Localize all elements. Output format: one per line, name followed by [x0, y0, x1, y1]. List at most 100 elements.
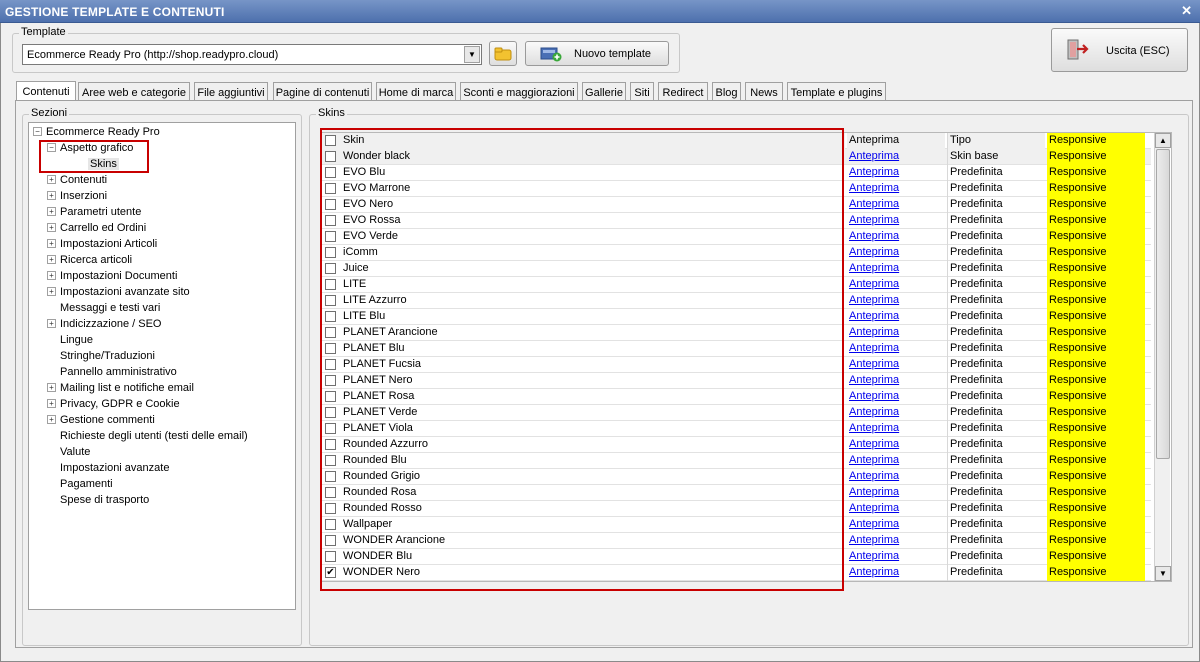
- preview-link-cell[interactable]: Anteprima: [847, 309, 945, 325]
- row-checkbox[interactable]: [325, 375, 336, 386]
- row-checkbox-cell[interactable]: [321, 533, 341, 549]
- skin-name[interactable]: PLANET Blu: [341, 341, 845, 357]
- expand-icon[interactable]: +: [47, 319, 56, 328]
- expand-icon[interactable]: +: [47, 271, 56, 280]
- preview-link[interactable]: Anteprima: [849, 454, 899, 466]
- row-checkbox[interactable]: [325, 535, 336, 546]
- skin-name[interactable]: EVO Nero: [341, 197, 845, 213]
- row-checkbox[interactable]: [325, 247, 336, 258]
- expand-icon[interactable]: +: [47, 223, 56, 232]
- table-row[interactable]: iComm Anteprima Predefinita Responsive: [321, 245, 1151, 261]
- table-row[interactable]: EVO Verde Anteprima Predefinita Responsive: [321, 229, 1151, 245]
- skin-name[interactable]: WONDER Blu: [341, 549, 845, 565]
- row-checkbox-cell[interactable]: [321, 293, 341, 309]
- skin-name[interactable]: PLANET Verde: [341, 405, 845, 421]
- tree-item[interactable]: + Indicizzazione / SEO: [47, 318, 162, 333]
- preview-link[interactable]: Anteprima: [849, 150, 899, 162]
- preview-link-cell[interactable]: Anteprima: [847, 501, 945, 517]
- close-icon[interactable]: ✕: [1181, 3, 1192, 19]
- sections-tree[interactable]: − Ecommerce Ready Pro − Aspetto grafico Ski…: [28, 122, 296, 610]
- table-row[interactable]: Rounded Rosa Anteprima Predefinita Responsi…: [321, 485, 1151, 501]
- chevron-down-icon[interactable]: ▼: [464, 46, 480, 63]
- tab-siti[interactable]: Siti: [630, 82, 654, 102]
- row-checkbox[interactable]: [325, 487, 336, 498]
- select-all-checkbox[interactable]: [325, 135, 336, 146]
- preview-link[interactable]: Anteprima: [849, 566, 899, 578]
- expand-icon[interactable]: +: [47, 383, 56, 392]
- row-checkbox[interactable]: [325, 439, 336, 450]
- table-row[interactable]: PLANET Verde Anteprima Predefinita Responsi…: [321, 405, 1151, 421]
- expand-icon[interactable]: +: [47, 399, 56, 408]
- exit-button[interactable]: Uscita (ESC): [1051, 28, 1188, 72]
- preview-link-cell[interactable]: Anteprima: [847, 565, 945, 581]
- row-checkbox-cell[interactable]: [321, 469, 341, 485]
- table-row[interactable]: LITE Blu Anteprima Predefinita Responsive: [321, 309, 1151, 325]
- skin-name[interactable]: Rounded Rosa: [341, 485, 845, 501]
- row-checkbox[interactable]: [325, 183, 336, 194]
- preview-link-cell[interactable]: Anteprima: [847, 341, 945, 357]
- row-checkbox-cell[interactable]: [321, 277, 341, 293]
- preview-link-cell[interactable]: Anteprima: [847, 437, 945, 453]
- table-row[interactable]: EVO Marrone Anteprima Predefinita Responsiv…: [321, 181, 1151, 197]
- row-checkbox-cell[interactable]: [321, 373, 341, 389]
- skin-name[interactable]: WONDER Arancione: [341, 533, 845, 549]
- skin-name[interactable]: EVO Blu: [341, 165, 845, 181]
- tree-item[interactable]: + Gestione commenti: [47, 414, 155, 429]
- row-checkbox-cell[interactable]: [321, 389, 341, 405]
- row-checkbox[interactable]: [325, 407, 336, 418]
- preview-link[interactable]: Anteprima: [849, 230, 899, 242]
- tab-contenuti[interactable]: Contenuti: [16, 81, 76, 102]
- skin-name[interactable]: PLANET Viola: [341, 421, 845, 437]
- preview-link-cell[interactable]: Anteprima: [847, 549, 945, 565]
- table-row[interactable]: PLANET Viola Anteprima Predefinita Responsi…: [321, 421, 1151, 437]
- row-checkbox-cell[interactable]: [321, 149, 341, 165]
- tree-item[interactable]: + Contenuti: [47, 174, 107, 189]
- preview-link[interactable]: Anteprima: [849, 294, 899, 306]
- header-responsive[interactable]: Responsive: [1047, 133, 1145, 149]
- row-checkbox[interactable]: [325, 471, 336, 482]
- expand-icon[interactable]: +: [47, 191, 56, 200]
- preview-link[interactable]: Anteprima: [849, 534, 899, 546]
- preview-link-cell[interactable]: Anteprima: [847, 405, 945, 421]
- preview-link-cell[interactable]: Anteprima: [847, 453, 945, 469]
- tab-blog[interactable]: Blog: [712, 82, 741, 102]
- tree-item[interactable]: + Mailing list e notifiche email: [47, 382, 194, 397]
- table-scrollbar[interactable]: ▲ ▼: [1154, 133, 1171, 581]
- tree-item[interactable]: Lingue: [47, 334, 93, 349]
- row-checkbox[interactable]: [325, 199, 336, 210]
- preview-link-cell[interactable]: Anteprima: [847, 325, 945, 341]
- table-row[interactable]: EVO Blu Anteprima Predefinita Responsive: [321, 165, 1151, 181]
- table-row[interactable]: ✔ WONDER Nero Anteprima Predefinita Responsi…: [321, 565, 1151, 581]
- preview-link-cell[interactable]: Anteprima: [847, 277, 945, 293]
- expand-icon[interactable]: +: [47, 207, 56, 216]
- preview-link[interactable]: Anteprima: [849, 470, 899, 482]
- row-checkbox-cell[interactable]: [321, 213, 341, 229]
- table-row[interactable]: LITE Anteprima Predefinita Responsive: [321, 277, 1151, 293]
- skin-name[interactable]: PLANET Fucsia: [341, 357, 845, 373]
- open-folder-button[interactable]: [489, 41, 517, 66]
- skin-name[interactable]: EVO Marrone: [341, 181, 845, 197]
- preview-link[interactable]: Anteprima: [849, 214, 899, 226]
- preview-link[interactable]: Anteprima: [849, 342, 899, 354]
- skin-name[interactable]: WONDER Nero: [341, 565, 845, 581]
- row-checkbox[interactable]: ✔: [325, 567, 336, 578]
- skin-name[interactable]: LITE Blu: [341, 309, 845, 325]
- row-checkbox-cell[interactable]: [321, 181, 341, 197]
- template-select[interactable]: Ecommerce Ready Pro (http://shop.readypr…: [22, 44, 482, 65]
- skin-name[interactable]: Rounded Azzurro: [341, 437, 845, 453]
- tree-item[interactable]: Valute: [47, 446, 90, 461]
- preview-link-cell[interactable]: Anteprima: [847, 421, 945, 437]
- row-checkbox[interactable]: [325, 455, 336, 466]
- skin-name[interactable]: PLANET Nero: [341, 373, 845, 389]
- preview-link[interactable]: Anteprima: [849, 550, 899, 562]
- row-checkbox[interactable]: [325, 295, 336, 306]
- row-checkbox-cell[interactable]: [321, 485, 341, 501]
- preview-link[interactable]: Anteprima: [849, 246, 899, 258]
- preview-link[interactable]: Anteprima: [849, 166, 899, 178]
- tree-item[interactable]: + Carrello ed Ordini: [47, 222, 146, 237]
- row-checkbox-cell[interactable]: [321, 421, 341, 437]
- row-checkbox-cell[interactable]: [321, 357, 341, 373]
- table-row[interactable]: LITE Azzurro Anteprima Predefinita Responsi…: [321, 293, 1151, 309]
- tree-item[interactable]: + Impostazioni avanzate sito: [47, 286, 190, 301]
- preview-link-cell[interactable]: Anteprima: [847, 165, 945, 181]
